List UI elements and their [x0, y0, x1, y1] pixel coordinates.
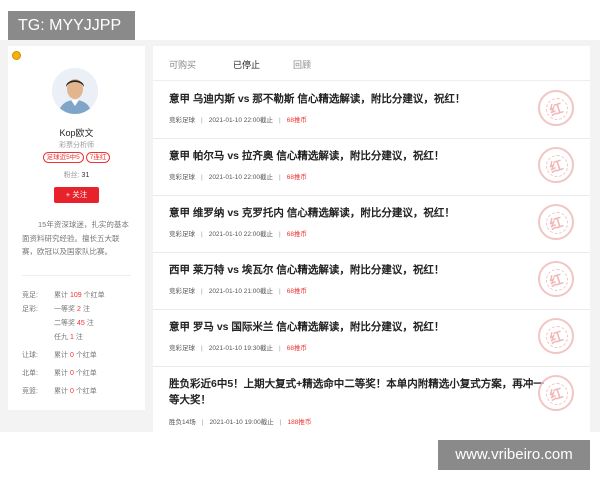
article-item[interactable]: 意甲 维罗纳 vs 克罗托内 信心精选解读，附比分建议，祝红！ 竞彩足球 | 202…: [153, 196, 590, 253]
article-title[interactable]: 西甲 莱万特 vs 埃瓦尔 信心精选解读，附比分建议，祝红！: [169, 262, 549, 278]
profile-sidebar: Kop欧文 彩票分析师 足球近5中5 7连红 粉丝: 31 + 关注 15年资深…: [8, 46, 145, 410]
article-meta: 竞彩足球 | 2021-01-10 22:00截止 | 68推币: [169, 231, 307, 238]
win-stamp-icon: 红: [538, 261, 574, 297]
article-item[interactable]: 意甲 乌迪内斯 vs 那不勒斯 信心精选解读，附比分建议，祝红！ 竞彩足球 | 20…: [153, 82, 590, 139]
article-item[interactable]: 胜负彩近6中5！上期大复式+精选命中二等奖！本单内附精选小复式方案，再冲一等大奖…: [153, 367, 590, 431]
article-meta: 竞彩足球 | 2021-01-10 21:00截止 | 68推币: [169, 288, 307, 295]
profile-role: 彩票分析师: [59, 142, 94, 149]
fans-label: 粉丝:: [63, 172, 80, 179]
tab-stopped[interactable]: 已停止: [233, 58, 260, 71]
article-meta: 胜负14场 | 2021-01-10 19:00截止 | 188推币: [169, 419, 312, 426]
win-stamp-icon: 红: [538, 90, 574, 126]
streak-badge: 7连红: [85, 152, 111, 163]
stat-key: 北单:: [22, 370, 38, 377]
article-title[interactable]: 意甲 帕尔马 vs 拉齐奥 信心精选解读，附比分建议，祝红！: [169, 148, 549, 164]
win-stamp-icon: 红: [538, 147, 574, 183]
win-stamp-icon: 红: [538, 204, 574, 240]
article-title[interactable]: 意甲 乌迪内斯 vs 那不勒斯 信心精选解读，附比分建议，祝红！: [169, 91, 549, 107]
article-title[interactable]: 意甲 维罗纳 vs 克罗托内 信心精选解读，附比分建议，祝红！: [169, 205, 549, 221]
logo-icon: [12, 51, 21, 60]
profile-intro: 15年资深球迷，扎实的基本面资料研究经验。擅长五大联赛，欧冠以及国家队比赛。: [22, 220, 129, 256]
stat-value: 累计 0 个红单: [54, 388, 97, 395]
watermark-top: TG: MYYJJPP: [8, 11, 135, 40]
article-title[interactable]: 意甲 罗马 vs 国际米兰 信心精选解读，附比分建议，祝红！: [169, 319, 549, 335]
person-icon: [52, 68, 98, 114]
tab-bar: 可购买 已停止 回顾: [153, 46, 590, 81]
win-stamp-icon: 红: [538, 375, 574, 411]
divider: [22, 275, 131, 276]
article-meta: 竞彩足球 | 2021-01-10 22:00截止 | 68推币: [169, 174, 307, 181]
watermark-bottom: www.vribeiro.com: [438, 440, 590, 470]
profile-name: Kop欧文: [59, 128, 94, 138]
article-item[interactable]: 意甲 罗马 vs 国际米兰 信心精选解读，附比分建议，祝红！ 竞彩足球 | 2021…: [153, 310, 590, 367]
stat-value: 任九 1 注: [54, 334, 83, 341]
fans-value: 31: [81, 172, 90, 179]
stat-value: 累计 0 个红单: [54, 370, 97, 377]
article-panel: 可购买 已停止 回顾 意甲 乌迪内斯 vs 那不勒斯 信心精选解读，附比分建议，…: [153, 46, 590, 432]
stat-key: 足彩:: [22, 306, 38, 313]
stat-key: 竞足:: [22, 292, 38, 299]
stat-key: 让球:: [22, 352, 38, 359]
stat-value: 累计 0 个红单: [54, 352, 97, 359]
tab-purchasable[interactable]: 可购买: [169, 58, 196, 71]
stat-value: 累计 109 个红单: [54, 292, 105, 299]
tab-review[interactable]: 回顾: [293, 58, 311, 71]
fans-count: 粉丝: 31: [8, 170, 145, 180]
article-title[interactable]: 胜负彩近6中5！上期大复式+精选命中二等奖！本单内附精选小复式方案，再冲一等大奖…: [169, 376, 549, 408]
article-item[interactable]: 西甲 莱万特 vs 埃瓦尔 信心精选解读，附比分建议，祝红！ 竞彩足球 | 2021…: [153, 253, 590, 310]
avatar[interactable]: [52, 68, 98, 114]
profile-tags: 足球近5中5 7连红: [8, 152, 145, 163]
stat-value: 一等奖 2 注: [54, 306, 90, 313]
article-item[interactable]: 意甲 帕尔马 vs 拉齐奥 信心精选解读，附比分建议，祝红！ 竞彩足球 | 2021…: [153, 139, 590, 196]
win-stamp-icon: 红: [538, 318, 574, 354]
article-meta: 竞彩足球 | 2021-01-10 22:00截止 | 68推币: [169, 117, 307, 124]
follow-button[interactable]: + 关注: [54, 187, 99, 203]
stat-value: 二等奖 45 注: [54, 320, 94, 327]
article-meta: 竞彩足球 | 2021-01-10 19:30截止 | 68推币: [169, 345, 307, 352]
record-badge: 足球近5中5: [42, 152, 84, 163]
stat-key: 竞篮:: [22, 388, 38, 395]
